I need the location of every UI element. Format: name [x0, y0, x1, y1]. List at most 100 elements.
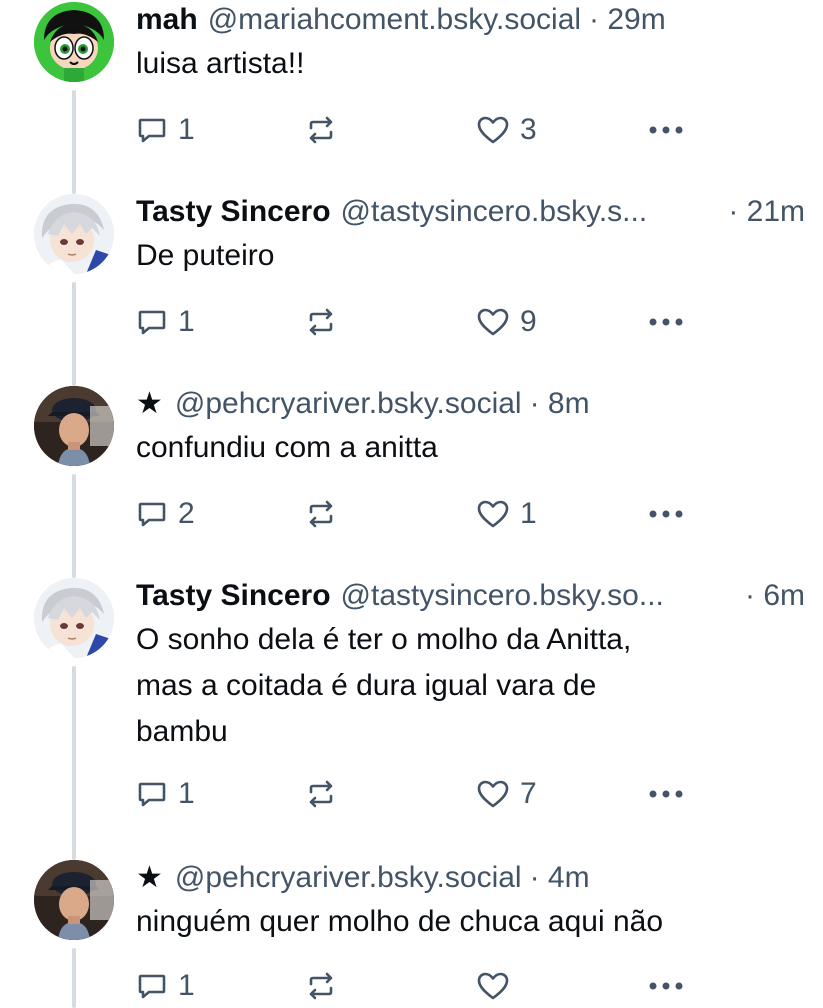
reply-icon	[138, 310, 166, 335]
repost-icon	[309, 116, 333, 144]
like-count: 9	[520, 305, 537, 338]
author-handle[interactable]: @tastysincero.bsky.s...	[341, 192, 648, 232]
post-actions: 1 9	[136, 300, 696, 344]
reply-button[interactable]: 1	[136, 108, 195, 152]
like-count: 1	[520, 497, 537, 530]
more-icon	[649, 510, 683, 518]
repost-button[interactable]	[304, 964, 348, 1008]
thread-feed: mah @mariahcoment.bsky.social · 29m luis…	[0, 0, 823, 1008]
post[interactable]: Tasty Sincero @tastysincero.bsky.s... · …	[0, 192, 823, 386]
post[interactable]: ★ @pehcryariver.bsky.social · 8m confund…	[0, 384, 823, 578]
star-icon[interactable]: ★	[136, 858, 163, 898]
like-count: 3	[520, 113, 537, 146]
anime-character-avatar-icon	[34, 578, 114, 658]
avatar[interactable]	[34, 194, 114, 274]
post-header: mah @mariahcoment.bsky.social · 29m	[136, 0, 805, 40]
post-text: confundiu com a anitta	[136, 431, 438, 464]
heart-icon	[477, 308, 509, 336]
post[interactable]: ★ @pehcryariver.bsky.social · 4m ninguém…	[0, 858, 823, 1008]
post-time[interactable]: · 4m	[530, 858, 590, 898]
post-actions: 1 3	[136, 108, 696, 152]
powerpuff-girl-avatar-icon	[34, 2, 114, 82]
star-icon[interactable]: ★	[136, 384, 163, 424]
post-time[interactable]: · 6m	[745, 576, 805, 616]
author-name[interactable]: mah	[136, 0, 198, 40]
thread-line	[72, 282, 76, 386]
more-options-button[interactable]	[648, 492, 684, 536]
author-name[interactable]: Tasty Sincero	[136, 576, 331, 616]
anime-character-avatar-icon	[34, 194, 114, 274]
author-handle[interactable]: @pehcryariver.bsky.social	[175, 384, 522, 424]
author-name[interactable]: Tasty Sincero	[136, 192, 331, 232]
post-text: luisa artista!!	[136, 47, 305, 80]
heart-icon	[477, 500, 509, 528]
more-icon	[649, 318, 683, 326]
reply-icon	[138, 974, 166, 999]
avatar[interactable]	[34, 860, 114, 940]
reply-icon	[138, 502, 166, 527]
post-header: Tasty Sincero @tastysincero.bsky.s... · …	[136, 192, 805, 232]
heart-icon	[477, 116, 509, 144]
author-handle[interactable]: @tastysincero.bsky.so...	[341, 576, 664, 616]
avatar[interactable]	[34, 578, 114, 658]
more-options-button[interactable]	[648, 108, 684, 152]
reply-button[interactable]: 1	[136, 300, 195, 344]
post[interactable]: mah @mariahcoment.bsky.social · 29m luis…	[0, 0, 823, 194]
author-handle[interactable]: @pehcryariver.bsky.social	[175, 858, 522, 898]
reply-icon	[138, 782, 166, 807]
heart-icon	[477, 780, 509, 808]
reply-button[interactable]: 2	[136, 492, 195, 536]
person-with-cap-avatar-icon	[34, 860, 114, 940]
thread-line	[72, 474, 76, 578]
author-handle[interactable]: @mariahcoment.bsky.social	[208, 0, 581, 40]
more-icon	[649, 790, 683, 798]
post-text: ninguém quer molho de chuca aqui não	[136, 905, 664, 938]
post-actions: 1 7	[136, 772, 696, 816]
like-count: 7	[520, 777, 537, 810]
post[interactable]: Tasty Sincero @tastysincero.bsky.so... ·…	[0, 576, 823, 860]
repost-button[interactable]	[304, 300, 348, 344]
like-button[interactable]: 9	[476, 300, 537, 344]
post-header: ★ @pehcryariver.bsky.social · 4m	[136, 858, 805, 898]
reply-count: 1	[178, 113, 195, 146]
reply-button[interactable]: 1	[136, 964, 195, 1008]
more-icon	[649, 126, 683, 134]
more-icon	[649, 982, 683, 990]
more-options-button[interactable]	[648, 300, 684, 344]
post-text-line: O sonho dela é ter o molho da Anitta,	[136, 623, 632, 656]
post-time[interactable]: · 21m	[728, 192, 805, 232]
post-time[interactable]: · 29m	[589, 0, 666, 40]
repost-button[interactable]	[304, 772, 348, 816]
reply-count: 1	[178, 305, 195, 338]
post-text-line: bambu	[136, 715, 228, 748]
reply-count: 1	[178, 777, 195, 810]
like-button[interactable]: 3	[476, 108, 537, 152]
more-options-button[interactable]	[648, 772, 684, 816]
post-text: De puteiro	[136, 239, 275, 272]
reply-button[interactable]: 1	[136, 772, 195, 816]
repost-button[interactable]	[304, 108, 348, 152]
thread-line	[72, 90, 76, 194]
repost-button[interactable]	[304, 492, 348, 536]
post-time[interactable]: · 8m	[530, 384, 590, 424]
repost-icon	[309, 972, 333, 1000]
person-with-cap-avatar-icon	[34, 386, 114, 466]
heart-icon	[477, 972, 509, 1000]
post-header: Tasty Sincero @tastysincero.bsky.so... ·…	[136, 576, 805, 616]
reply-icon	[138, 118, 166, 143]
post-text: O sonho dela é ter o molho da Anitta, ma…	[136, 617, 805, 755]
avatar[interactable]	[34, 2, 114, 82]
repost-icon	[309, 500, 333, 528]
post-header: ★ @pehcryariver.bsky.social · 8m	[136, 384, 805, 424]
like-button[interactable]	[476, 964, 520, 1008]
reply-count: 2	[178, 497, 195, 530]
like-button[interactable]: 7	[476, 772, 537, 816]
thread-line	[72, 948, 76, 1008]
avatar[interactable]	[34, 386, 114, 466]
like-button[interactable]: 1	[476, 492, 537, 536]
post-actions: 2 1	[136, 492, 696, 536]
reply-count: 1	[178, 969, 195, 1002]
repost-icon	[309, 780, 333, 808]
more-options-button[interactable]	[648, 964, 684, 1008]
post-actions: 1	[136, 964, 696, 1008]
